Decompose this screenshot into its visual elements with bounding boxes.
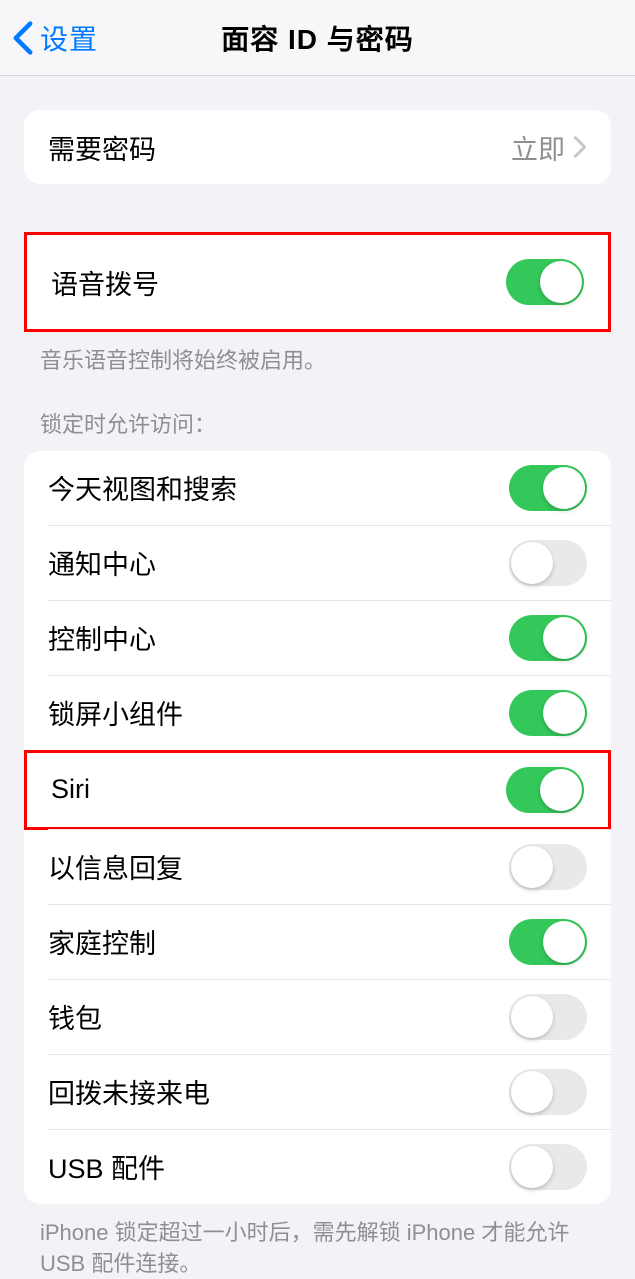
lock-access-label: 通知中心 [48,543,509,582]
voice-dial-row: 语音拨号 [27,235,608,329]
lock-access-toggle[interactable] [509,1069,587,1115]
voice-dial-toggle[interactable] [506,259,584,305]
lock-access-label: Siri [51,774,506,805]
voice-dial-label: 语音拨号 [51,263,506,302]
lock-access-toggle[interactable] [506,767,584,813]
back-button[interactable]: 设置 [0,18,98,58]
lock-access-toggle[interactable] [509,690,587,736]
lock-access-toggle[interactable] [509,994,587,1040]
lock-access-label: 钱包 [48,997,509,1036]
siri-highlight: Siri [24,750,611,830]
lock-access-row: 锁屏小组件 [24,676,611,750]
lock-access-header: 锁定时允许访问： [0,377,635,451]
lock-access-label: 锁屏小组件 [48,693,509,732]
lock-access-label: 今天视图和搜索 [48,468,509,507]
lock-access-toggle[interactable] [509,465,587,511]
lock-access-toggle[interactable] [509,1144,587,1190]
chevron-right-icon [573,135,587,159]
voice-dial-group: 语音拨号 [24,232,611,332]
lock-access-row: 控制中心 [24,601,611,675]
lock-access-footer: iPhone 锁定超过一小时后，需先解锁 iPhone 才能允许USB 配件连接… [0,1204,635,1279]
lock-access-toggle[interactable] [509,540,587,586]
lock-access-row: 以信息回复 [24,830,611,904]
require-passcode-value: 立即 [511,128,565,167]
lock-access-label: 以信息回复 [48,847,509,886]
lock-access-label: 家庭控制 [48,922,509,961]
lock-access-row: 钱包 [24,980,611,1054]
lock-access-label: 控制中心 [48,618,509,657]
lock-access-row: 通知中心 [24,526,611,600]
lock-access-row: Siri [27,753,608,827]
require-passcode-group: 需要密码 立即 [24,110,611,184]
lock-access-toggle[interactable] [509,615,587,661]
nav-bar: 设置 面容 ID 与密码 [0,0,635,76]
lock-access-group: 今天视图和搜索通知中心控制中心锁屏小组件 Siri 以信息回复家庭控制钱包回拨未接来… [24,451,611,1204]
voice-dial-footer: 音乐语音控制将始终被启用。 [0,332,635,377]
lock-access-row: 今天视图和搜索 [24,451,611,525]
require-passcode-row[interactable]: 需要密码 立即 [24,110,611,184]
lock-access-toggle[interactable] [509,844,587,890]
lock-access-label: USB 配件 [48,1147,509,1186]
lock-access-label: 回拨未接来电 [48,1072,509,1111]
lock-access-toggle[interactable] [509,919,587,965]
chevron-left-icon [12,20,34,56]
lock-access-row: 家庭控制 [24,905,611,979]
require-passcode-label: 需要密码 [48,128,511,167]
lock-access-row: USB 配件 [24,1130,611,1204]
back-label: 设置 [40,18,98,58]
lock-access-row: 回拨未接来电 [24,1055,611,1129]
